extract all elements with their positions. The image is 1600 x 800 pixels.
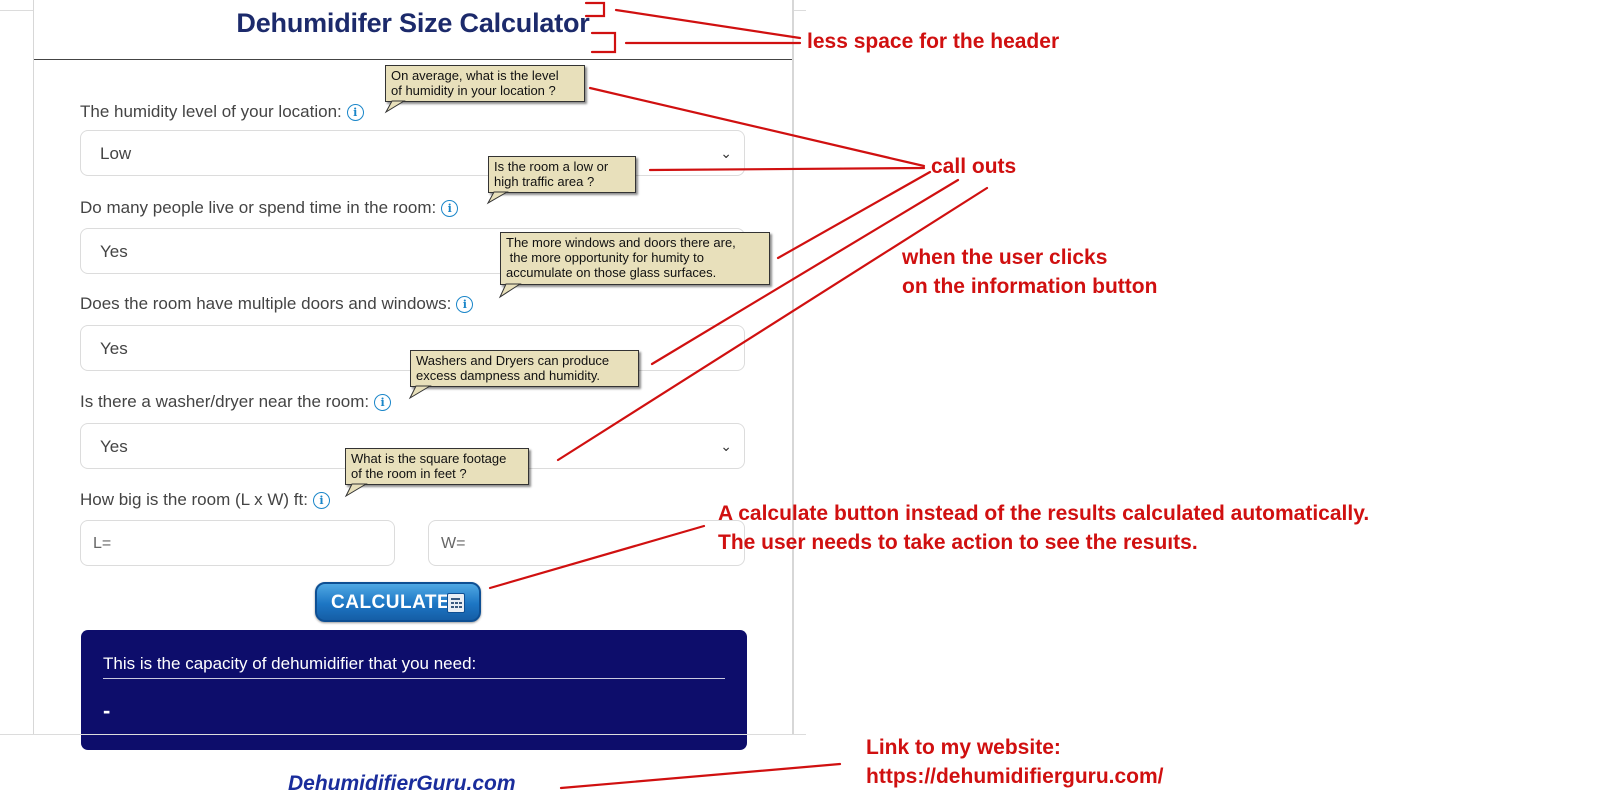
annotation-calc-line1: A calculate button instead of the result… bbox=[718, 502, 1370, 525]
callout-humidity-line1: On average, what is the level bbox=[391, 68, 559, 83]
width-placeholder: W= bbox=[441, 535, 466, 552]
humidity-level-select[interactable]: Low ⌄ bbox=[80, 130, 745, 176]
doors-windows-value: Yes bbox=[100, 339, 128, 358]
info-icon[interactable]: i bbox=[312, 492, 330, 510]
doors-windows-label: Does the room have multiple doors and wi… bbox=[80, 294, 474, 314]
humidity-level-label-text: The humidity level of your location: bbox=[80, 102, 342, 121]
annotation-info-note: when the user clicks on the information … bbox=[902, 243, 1157, 301]
people-value: Yes bbox=[100, 242, 128, 261]
info-icon[interactable]: i bbox=[441, 200, 459, 218]
length-placeholder: L= bbox=[93, 535, 112, 552]
callout-humidity-line2: of humidity in your location ? bbox=[391, 83, 556, 98]
people-label: Do many people live or spend time in the… bbox=[80, 198, 459, 218]
annotation-header-note: less space for the header bbox=[807, 30, 1060, 53]
washer-dryer-label-text: Is there a washer/dryer near the room: bbox=[80, 392, 370, 411]
callout-traffic: Is the room a low or high traffic area ? bbox=[488, 156, 636, 193]
info-icon[interactable]: i bbox=[456, 296, 474, 314]
result-divider bbox=[103, 678, 725, 679]
annotation-calc-note: A calculate button instead of the result… bbox=[718, 499, 1369, 557]
room-size-label-text: How big is the room (L x W) ft: bbox=[80, 490, 308, 509]
calculator-icon bbox=[447, 593, 465, 613]
callout-windows-line1: The more windows and doors there are, bbox=[506, 235, 736, 250]
callout-washer: Washers and Dryers can produce excess da… bbox=[410, 350, 639, 387]
page-title: Dehumidifer Size Calculator bbox=[236, 8, 590, 38]
length-input[interactable]: L= bbox=[80, 520, 395, 566]
calculate-button[interactable]: CALCULATE bbox=[315, 582, 481, 622]
width-input[interactable]: W= bbox=[428, 520, 745, 566]
callout-washer-line2: excess dampness and humidity. bbox=[416, 368, 601, 383]
annotation-link-note: Link to my website: https://dehumidifier… bbox=[866, 733, 1164, 791]
website-link[interactable]: DehumidifierGuru.com bbox=[288, 772, 516, 796]
callout-windows-line3: accumulate on those glass surfaces. bbox=[506, 265, 717, 280]
annotation-link-line1: Link to my website: bbox=[866, 736, 1061, 759]
humidity-level-value: Low bbox=[100, 144, 132, 163]
washer-dryer-label: Is there a washer/dryer near the room: i bbox=[80, 392, 392, 412]
result-value: - bbox=[103, 698, 111, 723]
people-label-text: Do many people live or spend time in the… bbox=[80, 198, 437, 217]
calculate-button-label: CALCULATE bbox=[331, 592, 451, 613]
callout-washer-line1: Washers and Dryers can produce bbox=[416, 353, 610, 368]
chevron-down-icon: ⌄ bbox=[720, 145, 732, 161]
room-size-label: How big is the room (L x W) ft: i bbox=[80, 490, 330, 510]
humidity-level-label: The humidity level of your location: i bbox=[80, 102, 364, 122]
annotation-info-line1: when the user clicks bbox=[902, 246, 1108, 269]
annotation-calc-line2: The user needs to take action to see the… bbox=[718, 531, 1198, 554]
annotation-callouts-note: call outs bbox=[931, 155, 1017, 178]
washer-dryer-value: Yes bbox=[100, 437, 128, 456]
title-divider bbox=[34, 59, 792, 60]
callout-room-size-line2: of the room in feet ? bbox=[351, 466, 467, 481]
annotation-link-line2: https://dehumidifierguru.com/ bbox=[866, 765, 1164, 788]
callout-traffic-line1: Is the room a low or bbox=[494, 159, 609, 174]
result-panel: This is the capacity of dehumidifier tha… bbox=[81, 630, 747, 750]
result-title: This is the capacity of dehumidifier tha… bbox=[103, 654, 477, 673]
callout-room-size: What is the square footage of the room i… bbox=[345, 448, 529, 485]
link-annotation-line bbox=[559, 762, 842, 790]
callout-windows: The more windows and doors there are, th… bbox=[500, 232, 770, 285]
callout-room-size-line1: What is the square footage bbox=[351, 451, 507, 466]
chevron-down-icon: ⌄ bbox=[720, 438, 732, 454]
bottom-divider bbox=[0, 734, 806, 735]
info-icon[interactable]: i bbox=[346, 104, 364, 122]
callout-traffic-line2: high traffic area ? bbox=[494, 174, 595, 189]
info-icon[interactable]: i bbox=[374, 394, 392, 412]
callout-windows-line2: the more opportunity for humity to bbox=[506, 250, 704, 265]
callout-humidity: On average, what is the level of humidit… bbox=[385, 65, 585, 102]
doors-windows-label-text: Does the room have multiple doors and wi… bbox=[80, 294, 452, 313]
annotation-info-line2: on the information button bbox=[902, 275, 1158, 298]
